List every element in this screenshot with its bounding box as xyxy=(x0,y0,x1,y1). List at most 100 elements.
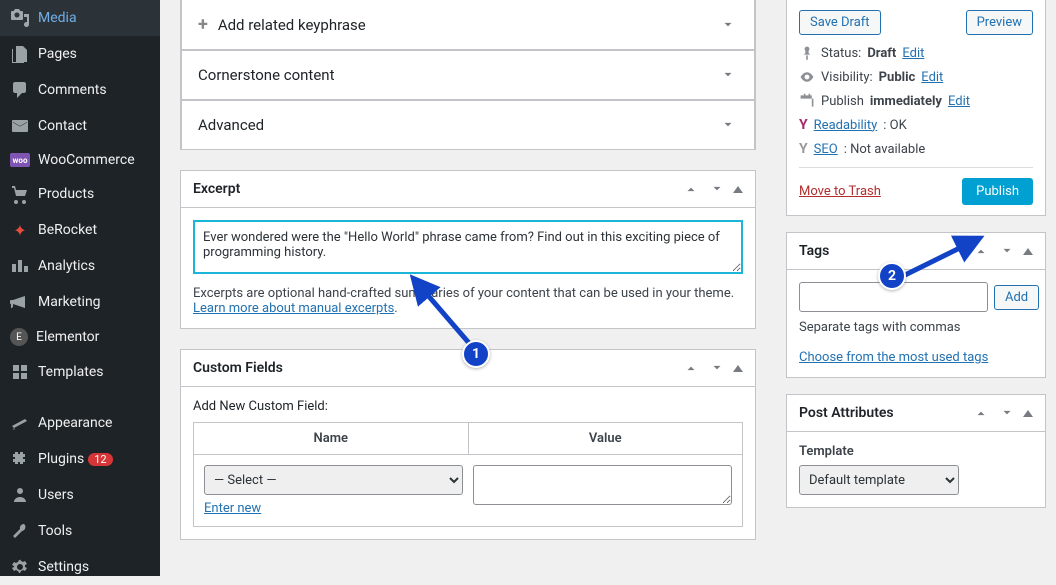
yoast-metabox: + Add related keyphrase Cornerstone cont… xyxy=(180,0,756,150)
save-draft-button[interactable]: Save Draft xyxy=(799,10,881,35)
move-down-icon[interactable] xyxy=(707,358,727,378)
choose-tags-link[interactable]: Choose from the most used tags xyxy=(799,350,988,365)
elementor-icon: E xyxy=(10,328,28,346)
status-label: Status: xyxy=(821,46,861,61)
seo-status: : Not available xyxy=(844,142,926,157)
custom-fields-title: Custom Fields xyxy=(193,360,283,376)
appearance-icon xyxy=(10,413,30,433)
sidebar-item-comments[interactable]: Comments xyxy=(0,72,160,108)
keyphrase-section[interactable]: + Add related keyphrase xyxy=(181,0,755,50)
collapse-icon[interactable] xyxy=(733,186,743,193)
cf-add-label: Add New Custom Field: xyxy=(193,399,743,414)
move-down-icon[interactable] xyxy=(707,179,727,199)
chevron-down-icon[interactable] xyxy=(718,15,738,35)
tools-icon xyxy=(10,521,30,541)
preview-button[interactable]: Preview xyxy=(966,10,1033,35)
template-label: Template xyxy=(799,444,1033,459)
excerpt-metabox: Excerpt Excerpts are optional hand-craft… xyxy=(180,170,756,329)
sidebar-label: WooCommerce xyxy=(38,152,135,168)
move-down-icon[interactable] xyxy=(997,403,1017,423)
yoast-seo-icon: Y xyxy=(799,141,808,157)
sidebar-label: Pages xyxy=(38,46,77,62)
plus-icon: + xyxy=(198,14,208,35)
rocket-icon: ✦ xyxy=(10,220,30,240)
post-attributes-metabox: Post Attributes Template Default templat… xyxy=(786,394,1046,508)
chevron-down-icon[interactable] xyxy=(718,115,738,135)
cf-name-select[interactable]: — Select — xyxy=(204,465,463,495)
move-up-icon[interactable] xyxy=(681,358,701,378)
cf-table: Name Value — Select — Enter new xyxy=(193,422,743,527)
collapse-icon[interactable] xyxy=(1023,410,1033,417)
advanced-section[interactable]: Advanced xyxy=(181,100,755,149)
cf-value-textarea[interactable] xyxy=(473,465,732,505)
edit-status[interactable]: Edit xyxy=(902,46,924,61)
mail-icon xyxy=(10,116,30,136)
keyphrase-label: Add related keyphrase xyxy=(218,16,366,34)
sidebar-item-appearance[interactable]: Appearance xyxy=(0,405,160,441)
plugins-icon xyxy=(10,449,30,469)
sidebar-item-berocket[interactable]: ✦ BeRocket xyxy=(0,212,160,248)
admin-sidebar: Media Pages Comments Contact woo WooComme… xyxy=(0,0,160,576)
seo-link[interactable]: SEO xyxy=(814,142,838,157)
settings-icon xyxy=(10,557,30,577)
cf-value-header: Value xyxy=(469,423,743,455)
sidebar-item-contact[interactable]: Contact xyxy=(0,108,160,144)
excerpt-title: Excerpt xyxy=(193,181,240,197)
sidebar-item-products[interactable]: Products xyxy=(0,176,160,212)
template-select[interactable]: Default template xyxy=(799,465,959,495)
excerpt-help: Excerpts are optional hand-crafted summa… xyxy=(193,286,734,301)
analytics-icon xyxy=(10,256,30,276)
sidebar-label: BeRocket xyxy=(38,222,97,238)
add-tag-button[interactable]: Add xyxy=(994,285,1039,310)
sidebar-item-templates[interactable]: Templates xyxy=(0,354,160,390)
pin-icon xyxy=(799,45,815,61)
sidebar-item-tools[interactable]: Tools xyxy=(0,513,160,549)
yoast-readability-icon: Y xyxy=(799,117,808,133)
readability-link[interactable]: Readability xyxy=(814,118,878,133)
sidebar-label: Plugins xyxy=(38,451,84,467)
annotation-step-2: 2 xyxy=(878,262,906,290)
sidebar-item-marketing[interactable]: Marketing xyxy=(0,284,160,320)
sidebar-item-users[interactable]: Users xyxy=(0,477,160,513)
product-icon xyxy=(10,184,30,204)
advanced-label: Advanced xyxy=(198,116,264,134)
sidebar-item-analytics[interactable]: Analytics xyxy=(0,248,160,284)
templates-icon xyxy=(10,362,30,382)
sidebar-item-media[interactable]: Media xyxy=(0,0,160,36)
sidebar-label: Tools xyxy=(38,523,72,539)
move-down-icon[interactable] xyxy=(997,241,1017,261)
chevron-down-icon[interactable] xyxy=(718,65,738,85)
collapse-icon[interactable] xyxy=(733,365,743,372)
collapse-icon[interactable] xyxy=(1023,248,1033,255)
move-to-trash[interactable]: Move to Trash xyxy=(799,184,881,199)
sidebar-item-pages[interactable]: Pages xyxy=(0,36,160,72)
excerpt-textarea[interactable] xyxy=(193,220,743,274)
sidebar-item-plugins[interactable]: Plugins12 xyxy=(0,441,160,477)
cf-enter-new[interactable]: Enter new xyxy=(204,501,261,516)
edit-schedule[interactable]: Edit xyxy=(948,94,970,109)
move-up-icon[interactable] xyxy=(971,241,991,261)
attributes-title: Post Attributes xyxy=(799,405,894,421)
annotation-step-1: 1 xyxy=(462,340,490,368)
custom-fields-metabox: Custom Fields Add New Custom Field: Name… xyxy=(180,349,756,540)
page-icon xyxy=(10,44,30,64)
move-up-icon[interactable] xyxy=(971,403,991,423)
woo-icon: woo xyxy=(10,153,30,167)
main-content: + Add related keyphrase Cornerstone cont… xyxy=(160,0,776,576)
sidebar-label: Elementor xyxy=(36,329,99,345)
status-value: Draft xyxy=(867,46,896,61)
sidebar-item-woocommerce[interactable]: woo WooCommerce xyxy=(0,144,160,176)
sidebar-label: Settings xyxy=(38,559,89,575)
move-up-icon[interactable] xyxy=(681,179,701,199)
cf-name-header: Name xyxy=(194,423,469,455)
marketing-icon xyxy=(10,292,30,312)
excerpt-link[interactable]: Learn more about manual excerpts xyxy=(193,301,394,316)
publish-button[interactable]: Publish xyxy=(962,178,1033,205)
media-icon xyxy=(10,8,30,28)
sidebar-item-elementor[interactable]: E Elementor xyxy=(0,320,160,354)
sidebar-item-settings[interactable]: Settings xyxy=(0,549,160,585)
sidebar-label: Templates xyxy=(38,364,104,380)
cornerstone-section[interactable]: Cornerstone content xyxy=(181,50,755,100)
edit-visibility[interactable]: Edit xyxy=(921,70,943,85)
sidebar-label: Contact xyxy=(38,118,87,134)
